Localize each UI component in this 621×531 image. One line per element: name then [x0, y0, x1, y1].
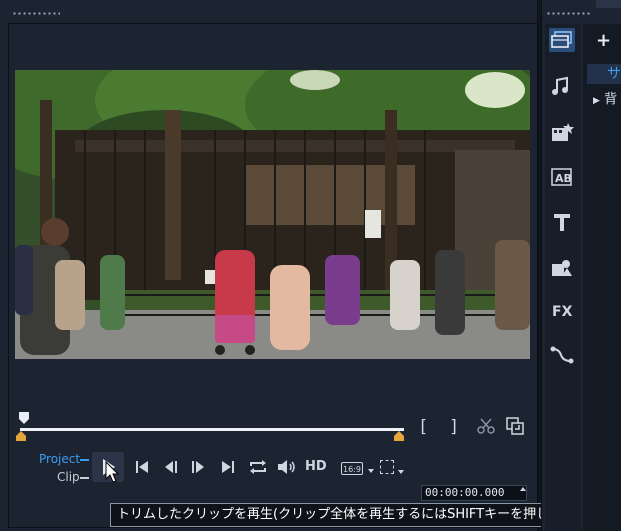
preview-panel-grip[interactable] — [12, 12, 60, 15]
fx-label: FX — [552, 304, 573, 320]
previous-frame-icon[interactable] — [163, 457, 181, 477]
display-mode-button[interactable] — [380, 460, 394, 474]
media-icon — [551, 31, 572, 48]
graphics-icon[interactable] — [549, 255, 575, 279]
repeat-icon[interactable] — [247, 457, 269, 477]
project-mode-toggle[interactable]: Project — [39, 452, 80, 466]
video-preview — [15, 70, 530, 359]
next-frame-icon[interactable] — [189, 457, 207, 477]
project-mode-indicator — [80, 459, 89, 461]
path-motion-icon[interactable] — [549, 343, 575, 367]
scrubber-playhead[interactable] — [17, 411, 31, 425]
transition-ab-icon[interactable]: AB — [549, 165, 575, 189]
library-folder-item[interactable]: ▶ 背 — [593, 88, 617, 107]
clip-mode-indicator — [80, 477, 89, 479]
aspect-ratio-dropdown-caret[interactable] — [368, 469, 374, 473]
library-folder-label: 背 — [604, 92, 618, 107]
music-icon[interactable] — [549, 74, 575, 98]
media-library-tab[interactable] — [549, 28, 575, 52]
go-to-start-icon[interactable] — [133, 457, 151, 477]
enlarge-preview-icon[interactable] — [506, 417, 524, 435]
expand-arrow-icon[interactable]: ▶ — [593, 96, 600, 106]
mark-in-button[interactable]: [ — [418, 417, 428, 437]
hd-preview-button[interactable]: HD — [305, 459, 327, 474]
trim-out-handle[interactable] — [394, 431, 404, 441]
library-panel-grip[interactable] — [546, 12, 590, 15]
timecode-field[interactable]: 00:00:00.000 — [421, 485, 527, 501]
instant-project-icon[interactable] — [549, 120, 575, 144]
library-folder-item[interactable]: サ — [587, 64, 621, 84]
clip-mode-toggle[interactable]: Clip — [57, 470, 80, 484]
aspect-ratio-button[interactable]: 16:9 — [341, 462, 363, 475]
svg-text:AB: AB — [555, 172, 572, 185]
trim-range-bar[interactable] — [20, 428, 404, 431]
trim-in-handle[interactable] — [16, 431, 26, 441]
scissors-icon[interactable] — [476, 417, 496, 435]
mark-out-button[interactable]: ] — [449, 417, 459, 437]
timecode-stepper-up[interactable] — [520, 487, 526, 491]
add-folder-button[interactable]: + — [596, 30, 611, 51]
mouse-cursor-icon — [105, 461, 120, 483]
volume-icon[interactable] — [276, 457, 298, 477]
fx-filter-icon[interactable]: FX — [549, 298, 575, 322]
title-text-icon[interactable] — [549, 210, 575, 234]
go-to-end-icon[interactable] — [219, 457, 237, 477]
display-mode-dropdown-caret[interactable] — [398, 470, 404, 474]
library-panel-edge — [596, 0, 621, 8]
